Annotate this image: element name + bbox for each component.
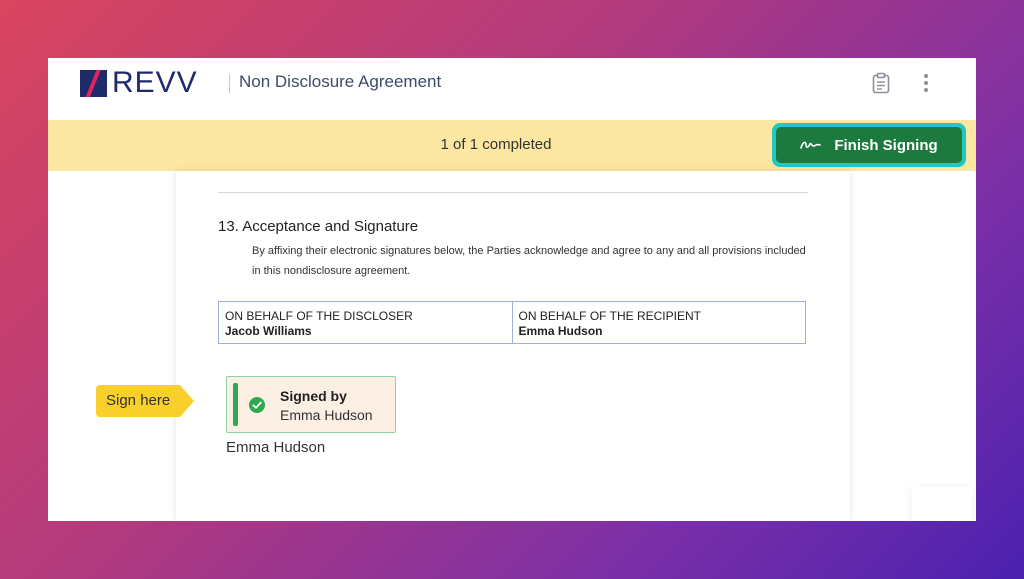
revv-logo[interactable]: REVV — [80, 66, 198, 99]
signed-by-label: Signed by — [280, 388, 347, 404]
sign-here-arrow — [180, 385, 194, 417]
signed-by-name: Emma Hudson — [280, 407, 373, 423]
more-vertical-icon[interactable] — [916, 72, 936, 94]
progress-banner: 1 of 1 completed Finish Signing — [48, 120, 976, 171]
section-body: By affixing their electronic signatures … — [252, 245, 806, 277]
clipboard-icon[interactable] — [872, 72, 890, 94]
recipient-role: ON BEHALF OF THE RECIPIENT — [518, 309, 701, 323]
logo-text: REVV — [112, 66, 198, 99]
finish-signing-label: Finish Signing — [834, 136, 938, 154]
section-title: 13. Acceptance and Signature — [218, 218, 419, 235]
check-circle-icon — [249, 397, 265, 413]
discloser-role: ON BEHALF OF THE DISCLOSER — [225, 309, 413, 323]
signed-accent-bar — [233, 383, 238, 426]
discloser-cell: ON BEHALF OF THE DISCLOSER Jacob William… — [219, 302, 512, 343]
signature-field[interactable]: Signed by Emma Hudson — [226, 376, 396, 433]
discloser-name: Jacob Williams — [225, 324, 312, 338]
sign-here-label: Sign here — [96, 385, 180, 417]
recipient-cell: ON BEHALF OF THE RECIPIENT Emma Hudson — [511, 302, 806, 343]
app-header: REVV Non Disclosure Agreement — [48, 58, 976, 121]
header-divider — [229, 74, 230, 93]
logo-mark — [80, 69, 107, 97]
side-panel-edge — [912, 487, 972, 521]
signer-name: Emma Hudson — [226, 439, 326, 456]
finish-signing-button[interactable]: Finish Signing — [776, 127, 962, 163]
signature-icon — [800, 141, 822, 149]
recipient-name: Emma Hudson — [518, 324, 603, 338]
app-window: REVV Non Disclosure Agreement 1 of 1 com… — [48, 58, 976, 521]
finish-signing-highlight: Finish Signing — [772, 123, 966, 167]
sign-here-flag[interactable]: Sign here — [96, 385, 196, 417]
parties-table: ON BEHALF OF THE DISCLOSER Jacob William… — [218, 301, 806, 344]
document-title: Non Disclosure Agreement — [239, 72, 442, 91]
document-viewer[interactable]: 13. Acceptance and Signature By affixing… — [48, 171, 976, 521]
document-page: 13. Acceptance and Signature By affixing… — [176, 171, 850, 521]
page-divider — [218, 192, 808, 193]
